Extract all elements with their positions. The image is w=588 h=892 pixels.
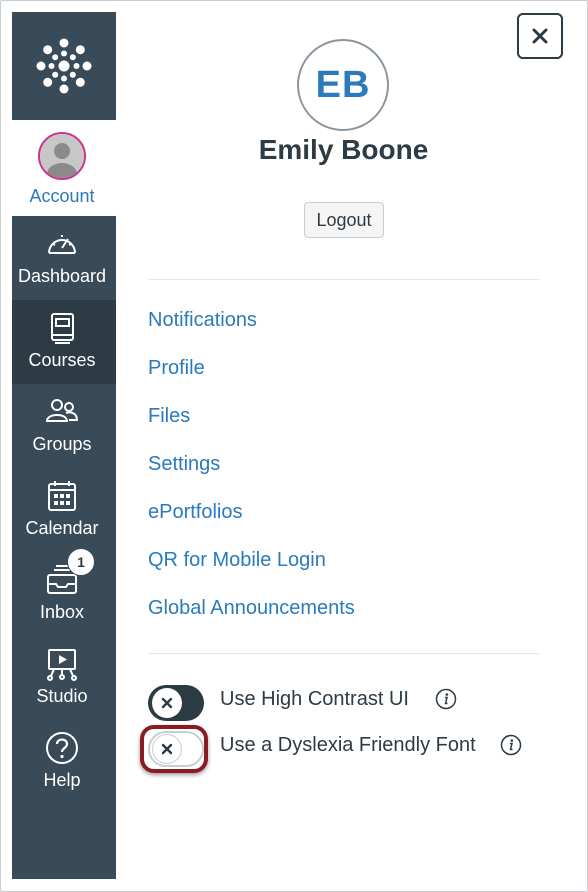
nav-label-account: Account (29, 186, 95, 206)
canvas-logo[interactable] (12, 12, 116, 120)
link-profile[interactable]: Profile (148, 357, 205, 380)
nav-item-courses[interactable]: Courses (12, 300, 116, 384)
close-icon (532, 28, 548, 44)
toggle-knob (152, 688, 182, 718)
help-question-icon (46, 732, 78, 764)
calendar-icon (48, 481, 76, 511)
profile-avatar[interactable]: EB (297, 39, 389, 131)
nav-item-account[interactable]: Account (12, 120, 116, 216)
link-global-announcements[interactable]: Global Announcements (148, 597, 355, 620)
groups-people-icon (45, 399, 79, 422)
close-x-icon (161, 697, 173, 709)
nav-item-inbox[interactable]: 1 Inbox (12, 548, 116, 636)
nav-item-help[interactable]: Help (12, 720, 116, 804)
studio-screen-icon (47, 649, 77, 681)
nav-label-calendar: Calendar (25, 518, 99, 538)
avatar-placeholder-icon (38, 132, 86, 180)
link-settings[interactable]: Settings (148, 453, 220, 476)
nav-item-calendar[interactable]: Calendar (12, 468, 116, 552)
link-notifications[interactable]: Notifications (148, 309, 257, 332)
logout-button[interactable]: Logout (304, 202, 384, 238)
divider (148, 653, 539, 654)
highlight-callout (140, 725, 208, 773)
courses-book-icon (51, 313, 74, 344)
nav-label-studio: Studio (36, 686, 88, 706)
nav-label-inbox: Inbox (39, 602, 85, 622)
close-button[interactable] (517, 13, 563, 59)
dashboard-speedometer-icon (48, 235, 76, 254)
link-qr-mobile-login[interactable]: QR for Mobile Login (148, 549, 326, 572)
nav-label-courses: Courses (28, 350, 96, 370)
canvas-logo-icon (36, 38, 92, 94)
high-contrast-label: Use High Contrast UI (220, 688, 409, 710)
link-files[interactable]: Files (148, 405, 190, 428)
nav-item-studio[interactable]: Studio (12, 636, 116, 720)
nav-label-groups: Groups (32, 434, 92, 454)
nav-label-help: Help (43, 770, 81, 790)
nav-label-dashboard: Dashboard (17, 266, 107, 286)
user-name: Emily Boone (258, 134, 429, 165)
nav-item-groups[interactable]: Groups (12, 384, 116, 468)
dyslexia-font-label: Use a Dyslexia Friendly Font (220, 734, 476, 756)
nav-item-dashboard[interactable]: Dashboard (12, 216, 116, 300)
info-icon[interactable] (435, 688, 457, 710)
info-icon[interactable] (500, 734, 522, 756)
divider (148, 279, 539, 280)
link-eportfolios[interactable]: ePortfolios (148, 501, 243, 524)
inbox-unread-badge: 1 (67, 548, 95, 576)
global-navigation: Account Dashboard Courses Groups Calenda… (12, 12, 116, 879)
high-contrast-toggle[interactable] (148, 685, 204, 721)
